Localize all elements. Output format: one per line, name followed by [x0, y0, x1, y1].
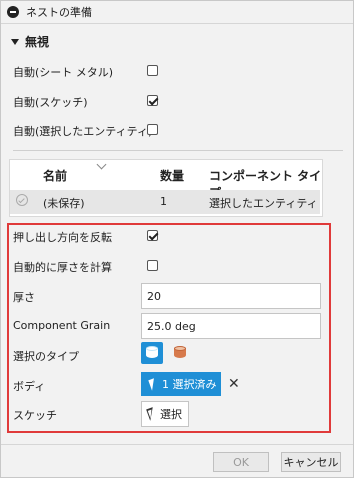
grain-label: Component Grain — [13, 319, 111, 332]
flip-extrude-label: 押し出し方向を反転 — [13, 231, 112, 244]
thickness-row: 厚さ — [13, 289, 35, 305]
cursor-icon — [148, 377, 158, 391]
nest-prep-dialog: ネストの準備 無視 自動(シート メタル) 自動(スケッチ) 自動(選択したエン… — [0, 0, 354, 478]
row-quantity: 1 — [160, 195, 167, 208]
section-divider — [13, 150, 343, 151]
thickness-label: 厚さ — [13, 291, 35, 304]
flip-extrude-checkbox[interactable] — [147, 230, 158, 241]
cursor-icon — [148, 408, 156, 420]
body-select-button[interactable] — [141, 342, 163, 364]
auto-thickness-checkbox[interactable] — [147, 260, 158, 271]
sketch-select-label: 選択 — [160, 408, 182, 421]
selection-type-label: 選択のタイプ — [13, 350, 79, 363]
sketch-row: スケッチ — [13, 407, 57, 423]
body-label: ボディ — [13, 380, 46, 393]
body-select-icon — [146, 346, 158, 360]
grain-input[interactable]: 25.0 deg — [141, 313, 321, 339]
component-table: 名前 数量 コンポーネント タイプ (未保存) 1 選択したエンティティ — [9, 159, 323, 217]
ignore-sheetmetal-row: 自動(シート メタル) — [13, 64, 113, 80]
ignore-sketch-row: 自動(スケッチ) — [13, 94, 88, 110]
body-selection-count: 1 選択済み — [162, 378, 217, 391]
component-select-icon — [174, 346, 186, 360]
collapse-icon[interactable] — [7, 6, 19, 18]
auto-thickness-label: 自動的に厚さを計算 — [13, 261, 112, 274]
sketch-select-button[interactable]: 選択 — [141, 401, 189, 427]
selection-type-row: 選択のタイプ — [13, 348, 79, 364]
expand-triangle-icon — [11, 38, 19, 45]
clear-selection-icon[interactable]: ✕ — [228, 377, 240, 391]
body-selection-button[interactable]: 1 選択済み — [141, 372, 221, 396]
ignore-sketch-label: 自動(スケッチ) — [13, 96, 88, 109]
footer-divider — [1, 444, 353, 445]
dialog-titlebar: ネストの準備 — [1, 1, 353, 24]
sketch-label: スケッチ — [13, 409, 57, 422]
ignore-sketch-checkbox[interactable] — [147, 95, 158, 106]
row-component-type: 選択したエンティティ — [209, 197, 318, 210]
ignore-section-title: 無視 — [25, 35, 50, 49]
check-circle-icon — [16, 194, 28, 206]
grain-row: Component Grain — [13, 319, 110, 332]
ignore-sheetmetal-label: 自動(シート メタル) — [13, 66, 114, 79]
sort-chevron-icon — [96, 159, 107, 170]
row-name: (未保存) — [43, 197, 85, 210]
flip-extrude-row: 押し出し方向を反転 — [13, 229, 112, 245]
component-select-button[interactable] — [169, 342, 191, 364]
dialog-title: ネストの準備 — [26, 6, 92, 19]
body-row: ボディ — [13, 378, 45, 394]
auto-thickness-row: 自動的に厚さを計算 — [13, 259, 112, 275]
ignore-sheetmetal-checkbox[interactable] — [147, 65, 158, 76]
cancel-button[interactable]: キャンセル — [281, 452, 341, 472]
table-row[interactable]: (未保存) 1 選択したエンティティ — [10, 190, 320, 214]
ignore-section-header[interactable]: 無視 — [11, 33, 49, 50]
ignore-selected-label: 自動(選択したエンティティ) — [13, 125, 153, 138]
ignore-selected-row: 自動(選択したエンティティ) — [13, 123, 152, 139]
ok-button[interactable]: OK — [213, 452, 269, 472]
ignore-selected-checkbox[interactable] — [147, 124, 158, 135]
column-header-quantity[interactable]: 数量 — [160, 167, 184, 184]
thickness-input[interactable]: 20 — [141, 283, 321, 309]
column-header-name[interactable]: 名前 — [43, 167, 67, 184]
